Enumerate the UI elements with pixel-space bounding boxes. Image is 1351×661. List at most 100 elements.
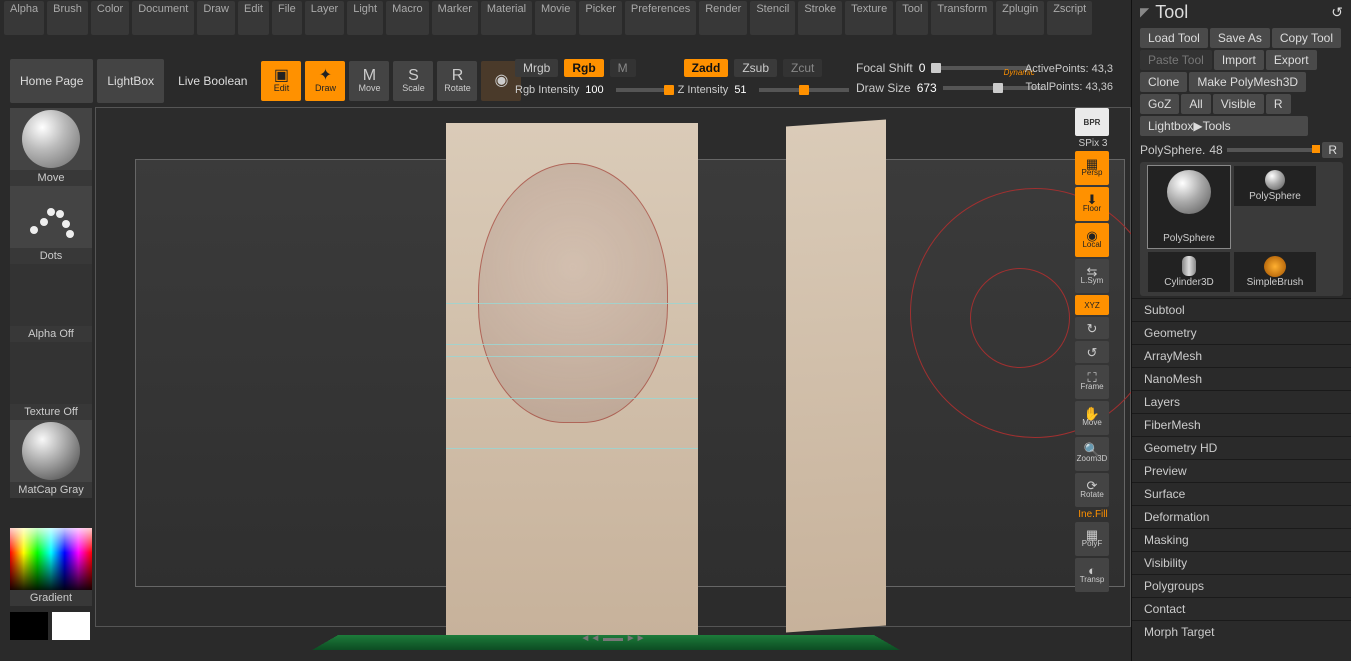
menu-material[interactable]: Material <box>481 1 532 35</box>
zoom-button[interactable]: 🔍Zoom3D <box>1075 437 1109 471</box>
frame-button[interactable]: ⛶Frame <box>1075 365 1109 399</box>
color-picker[interactable]: Gradient <box>10 528 92 640</box>
floor-button[interactable]: ⬇Floor <box>1075 187 1109 221</box>
section-subtool[interactable]: Subtool <box>1132 298 1351 321</box>
tool-size-slider[interactable] <box>1227 148 1319 152</box>
paste-tool-button[interactable]: Paste Tool <box>1140 50 1212 70</box>
menu-picker[interactable]: Picker <box>579 1 622 35</box>
m-chip[interactable]: M <box>610 59 636 77</box>
section-arraymesh[interactable]: ArrayMesh <box>1132 344 1351 367</box>
rotate-axis-button[interactable]: ↻ <box>1075 317 1109 339</box>
canvas-scroll-handle[interactable]: ◄◄ ▬▬ ►► <box>580 633 645 644</box>
polyf-button[interactable]: ▦PolyF <box>1075 522 1109 556</box>
menu-stroke[interactable]: Stroke <box>798 1 842 35</box>
color-swatch-black[interactable] <box>10 612 48 640</box>
make-polymesh-button[interactable]: Make PolyMesh3D <box>1189 72 1306 92</box>
bpr-button[interactable]: BPR <box>1075 108 1109 136</box>
section-nanomesh[interactable]: NanoMesh <box>1132 367 1351 390</box>
menu-light[interactable]: Light <box>347 1 383 35</box>
collapse-icon[interactable]: ◤ <box>1140 5 1149 19</box>
goz-r-button[interactable]: R <box>1266 94 1291 114</box>
section-masking[interactable]: Masking <box>1132 528 1351 551</box>
move-view-button[interactable]: ✋Move <box>1075 401 1109 435</box>
section-surface[interactable]: Surface <box>1132 482 1351 505</box>
menu-file[interactable]: File <box>272 1 302 35</box>
section-contact[interactable]: Contact <box>1132 597 1351 620</box>
brush-selector[interactable]: Move <box>10 108 92 186</box>
menu-preferences[interactable]: Preferences <box>625 1 696 35</box>
section-fibermesh[interactable]: FiberMesh <box>1132 413 1351 436</box>
scale-mode-button[interactable]: SScale <box>393 61 433 101</box>
menu-draw[interactable]: Draw <box>197 1 235 35</box>
tool-thumb-polysphere-active[interactable]: PolySphere <box>1148 166 1230 248</box>
goz-all-button[interactable]: All <box>1181 94 1210 114</box>
menu-zscript[interactable]: Zscript <box>1047 1 1092 35</box>
import-button[interactable]: Import <box>1214 50 1264 70</box>
rotate-axis-button-2[interactable]: ↺ <box>1075 341 1109 363</box>
section-geometry-hd[interactable]: Geometry HD <box>1132 436 1351 459</box>
goz-visible-button[interactable]: Visible <box>1213 94 1264 114</box>
lightbox-tools-button[interactable]: Lightbox▶Tools <box>1140 116 1308 136</box>
lsym-button[interactable]: ⇆L.Sym <box>1075 259 1109 293</box>
rgb-intensity-slider[interactable] <box>616 88 672 92</box>
goz-button[interactable]: GoZ <box>1140 94 1179 114</box>
zcut-chip[interactable]: Zcut <box>783 59 822 77</box>
move-mode-button[interactable]: MMove <box>349 61 389 101</box>
home-page-button[interactable]: Home Page <box>10 59 93 103</box>
clone-button[interactable]: Clone <box>1140 72 1187 92</box>
edit-mode-button[interactable]: ▣Edit <box>261 61 301 101</box>
section-visibility[interactable]: Visibility <box>1132 551 1351 574</box>
sculpt-mesh[interactable] <box>478 163 668 423</box>
color-gradient-picker[interactable] <box>10 528 92 590</box>
menu-edit[interactable]: Edit <box>238 1 269 35</box>
spix-label[interactable]: SPix 3 <box>1075 138 1111 149</box>
menu-render[interactable]: Render <box>699 1 747 35</box>
live-boolean-button[interactable]: Live Boolean <box>168 59 257 103</box>
stroke-selector[interactable]: Dots <box>10 186 92 264</box>
menu-document[interactable]: Document <box>132 1 194 35</box>
section-layers[interactable]: Layers <box>1132 390 1351 413</box>
lightbox-button[interactable]: LightBox <box>97 59 164 103</box>
material-selector[interactable]: MatCap Gray <box>10 420 92 498</box>
local-button[interactable]: ◉Local <box>1075 223 1109 257</box>
alpha-selector[interactable]: Alpha Off <box>10 264 92 342</box>
transp-button[interactable]: ◐Transp <box>1075 558 1109 592</box>
menu-alpha[interactable]: Alpha <box>4 1 44 35</box>
menu-transform[interactable]: Transform <box>931 1 993 35</box>
menu-texture[interactable]: Texture <box>845 1 893 35</box>
menu-stencil[interactable]: Stencil <box>750 1 795 35</box>
reset-r-button[interactable]: R <box>1322 142 1343 158</box>
load-tool-button[interactable]: Load Tool <box>1140 28 1208 48</box>
export-button[interactable]: Export <box>1266 50 1317 70</box>
tool-thumb-cylinder[interactable]: Cylinder3D <box>1148 252 1230 292</box>
menu-tool[interactable]: Tool <box>896 1 928 35</box>
menu-macro[interactable]: Macro <box>386 1 429 35</box>
tool-thumb-polysphere[interactable]: PolySphere <box>1234 166 1316 206</box>
section-morph-target[interactable]: Morph Target <box>1132 620 1351 643</box>
rotate-mode-button[interactable]: RRotate <box>437 61 477 101</box>
section-deformation[interactable]: Deformation <box>1132 505 1351 528</box>
menu-movie[interactable]: Movie <box>535 1 576 35</box>
linefill-label[interactable]: Ine.Fill <box>1075 509 1111 520</box>
menu-color[interactable]: Color <box>91 1 129 35</box>
draw-mode-button[interactable]: ✦Draw <box>305 61 345 101</box>
color-swatch-white[interactable] <box>52 612 90 640</box>
mrgb-chip[interactable]: Mrgb <box>515 59 558 77</box>
menu-zplugin[interactable]: Zplugin <box>996 1 1044 35</box>
tool-thumb-simplebrush[interactable]: SimpleBrush <box>1234 252 1316 292</box>
rotate-view-button[interactable]: ⟳Rotate <box>1075 473 1109 507</box>
zsub-chip[interactable]: Zsub <box>734 59 777 77</box>
document-viewport[interactable]: ◄◄ ▬▬ ►► <box>96 108 1130 626</box>
copy-tool-button[interactable]: Copy Tool <box>1272 28 1341 48</box>
section-polygroups[interactable]: Polygroups <box>1132 574 1351 597</box>
rgb-chip[interactable]: Rgb <box>564 59 603 77</box>
section-preview[interactable]: Preview <box>1132 459 1351 482</box>
persp-button[interactable]: ▦Persp <box>1075 151 1109 185</box>
z-intensity-slider[interactable] <box>759 88 849 92</box>
section-geometry[interactable]: Geometry <box>1132 321 1351 344</box>
save-as-button[interactable]: Save As <box>1210 28 1270 48</box>
texture-selector[interactable]: Texture Off <box>10 342 92 420</box>
xyz-button[interactable]: XYZ <box>1075 295 1109 315</box>
menu-marker[interactable]: Marker <box>432 1 478 35</box>
restore-icon[interactable]: ↺ <box>1331 4 1343 21</box>
